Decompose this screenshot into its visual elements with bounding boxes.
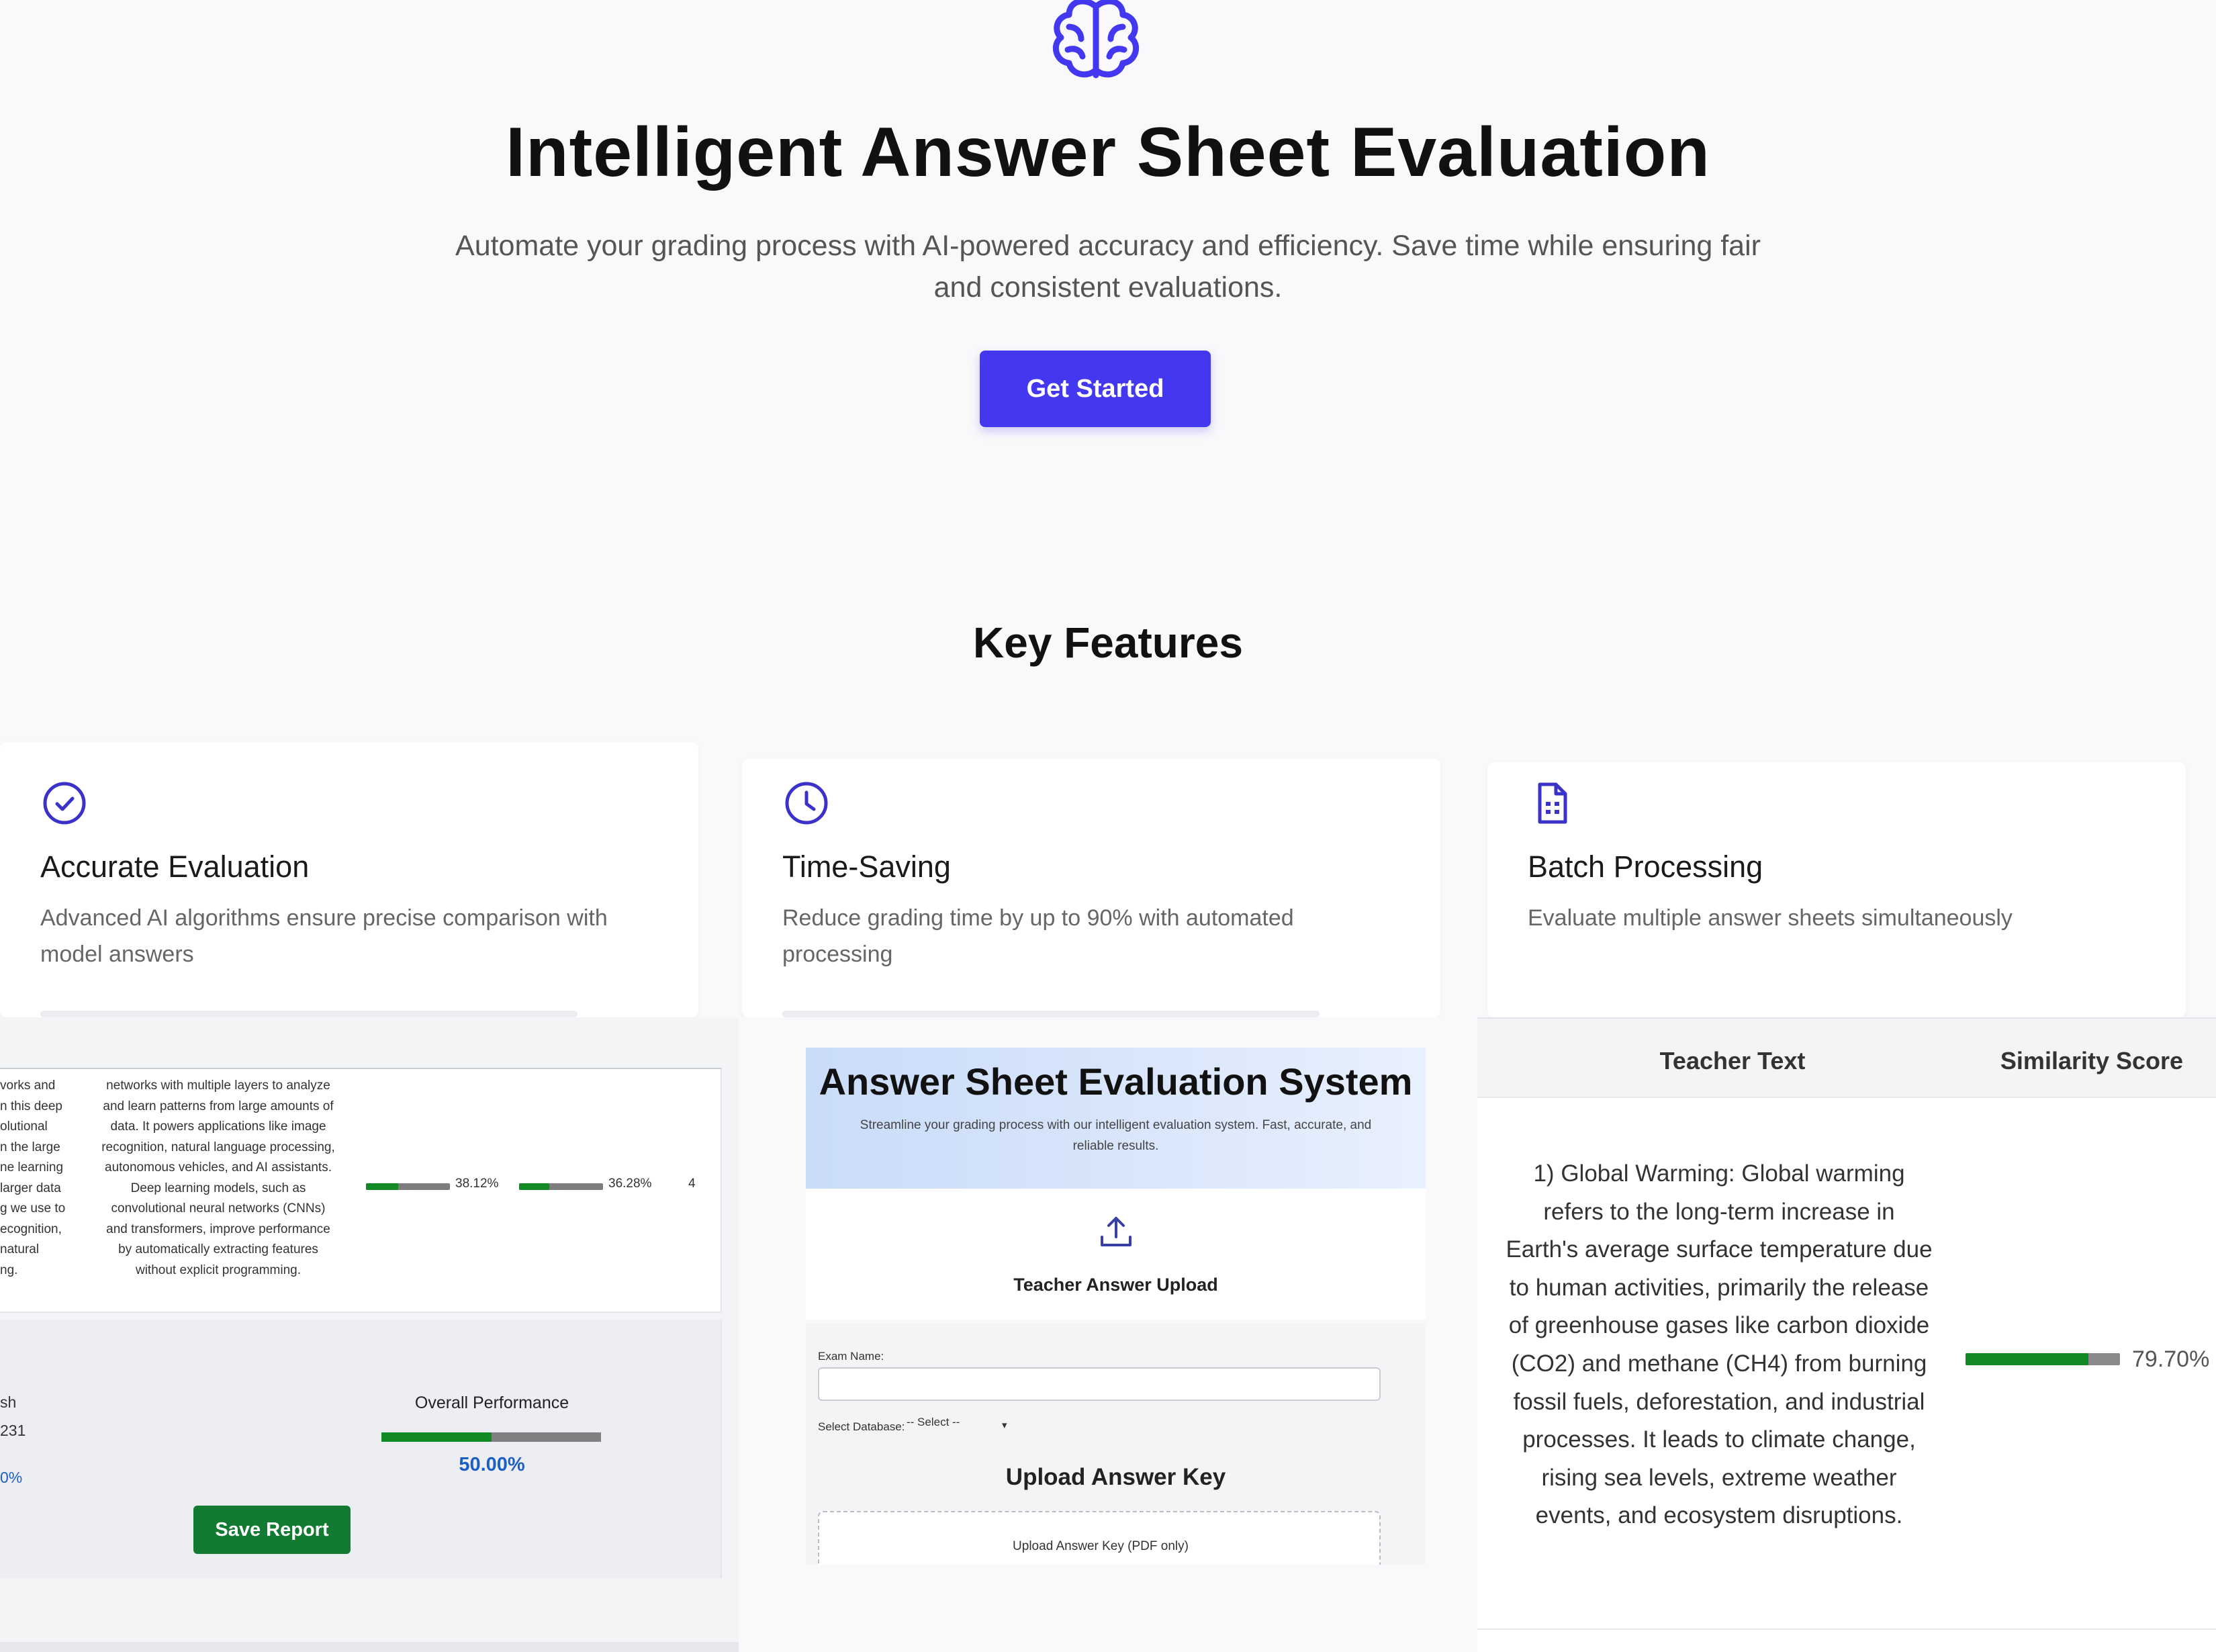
text-line: n the large bbox=[0, 1140, 60, 1154]
teacher-text-header: Teacher Text bbox=[1659, 1047, 1806, 1074]
report-screenshot-panel: vorks and n this deep olutional n the la… bbox=[0, 1017, 739, 1652]
text-line: recognition, natural language processing… bbox=[101, 1140, 335, 1154]
text-line: without explicit programming. bbox=[135, 1263, 302, 1277]
feature-description: Advanced AI algorithms ensure precise co… bbox=[40, 905, 608, 967]
feature-title: Accurate Evaluation bbox=[40, 850, 310, 884]
text-line: ng. bbox=[0, 1263, 18, 1277]
text-line: networks with multiple layers to analyze bbox=[106, 1079, 330, 1093]
student-text-column: vorks and n this deep olutional n the la… bbox=[0, 1076, 74, 1281]
app-subtitle: Streamline your grading process with our… bbox=[860, 1118, 1372, 1153]
upload-icon bbox=[1098, 1214, 1134, 1250]
similarity-score-fill bbox=[1966, 1353, 2089, 1365]
summary-percent: 0% bbox=[0, 1469, 23, 1486]
report-summary: sh 231 0% Overall Performance 50.00% Sav… bbox=[0, 1320, 722, 1578]
text-line: convolutional neural networks (CNNs) bbox=[111, 1201, 326, 1215]
text-line: ecognition, bbox=[0, 1222, 62, 1236]
text-line: g we use to bbox=[0, 1201, 66, 1215]
summary-field: 231 bbox=[0, 1422, 26, 1439]
exam-name-input[interactable] bbox=[818, 1367, 1381, 1401]
text-line: data. It powers applications like image bbox=[110, 1119, 326, 1134]
check-circle-icon bbox=[40, 779, 89, 827]
text-line: olutional bbox=[0, 1119, 48, 1134]
save-report-button[interactable]: Save Report bbox=[193, 1506, 351, 1554]
feature-description: Evaluate multiple answer sheets simultan… bbox=[1528, 905, 2013, 931]
teacher-text-column: networks with multiple layers to analyze… bbox=[87, 1076, 349, 1281]
similarity-bar bbox=[366, 1183, 450, 1190]
teacher-answer-text: 1) Global Warming: Global warming refers… bbox=[1506, 1160, 1933, 1529]
text-line: ne learning bbox=[0, 1160, 64, 1175]
text-line: vorks and bbox=[0, 1079, 56, 1093]
feature-card-time-saving: Time-Saving Reduce grading time by up to… bbox=[742, 759, 1440, 1017]
hero-subtitle: Automate your grading process with AI-po… bbox=[455, 230, 1761, 304]
feature-title: Time-Saving bbox=[782, 850, 951, 884]
feature-card-accurate: Accurate Evaluation Advanced AI algorith… bbox=[0, 742, 698, 1017]
chevron-down-icon: ▾ bbox=[1002, 1420, 1007, 1431]
get-started-button[interactable]: Get Started bbox=[980, 351, 1211, 427]
feature-title: Batch Processing bbox=[1528, 850, 1763, 884]
dropzone-label: Upload Answer Key (PDF only) bbox=[1013, 1539, 1189, 1553]
text-line: natural bbox=[0, 1242, 40, 1256]
row-divider bbox=[1477, 1628, 2216, 1630]
similarity-percent: 36.28% bbox=[608, 1177, 652, 1191]
overall-performance-value: 50.00% bbox=[459, 1454, 525, 1475]
overall-performance-fill bbox=[381, 1432, 492, 1442]
teacher-upload-label: Teacher Answer Upload bbox=[1013, 1275, 1218, 1295]
similarity-score-bar bbox=[1966, 1353, 2120, 1365]
card-divider bbox=[40, 1011, 578, 1017]
app-header: Answer Sheet Evaluation System Streamlin… bbox=[806, 1048, 1426, 1189]
document-icon bbox=[1528, 779, 1576, 827]
text-line: autonomous vehicles, and AI assistants. bbox=[105, 1160, 332, 1175]
brain-icon bbox=[1049, 0, 1143, 81]
database-label: Select Database: bbox=[818, 1420, 905, 1433]
text-line: larger data bbox=[0, 1181, 61, 1195]
similarity-bar-fill bbox=[519, 1183, 550, 1190]
upload-form: Exam Name: Select Database: -- Select --… bbox=[806, 1323, 1426, 1565]
text-line: and learn patterns from large amounts of bbox=[103, 1099, 334, 1113]
card-divider bbox=[782, 1011, 1320, 1017]
similarity-bar bbox=[519, 1183, 603, 1190]
similarity-table-header: Teacher Text Similarity Score bbox=[1477, 1017, 2216, 1098]
app-screenshot-panel: Answer Sheet Evaluation System Streamlin… bbox=[739, 1017, 1477, 1652]
text-line: and transformers, improve performance bbox=[106, 1222, 330, 1236]
marks-value: 4 bbox=[688, 1177, 696, 1191]
teacher-upload-tab[interactable]: Teacher Answer Upload bbox=[806, 1189, 1426, 1320]
report-table: vorks and n this deep olutional n the la… bbox=[0, 1068, 722, 1313]
answer-key-heading: Upload Answer Key bbox=[1005, 1464, 1226, 1490]
clock-icon bbox=[782, 779, 831, 827]
feature-card-batch: Batch Processing Evaluate multiple answe… bbox=[1487, 762, 2186, 1017]
overall-performance-bar bbox=[381, 1432, 601, 1442]
similarity-percent: 38.12% bbox=[455, 1177, 499, 1191]
feature-description: Reduce grading time by up to 90% with au… bbox=[782, 905, 1294, 967]
hero-title: Intelligent Answer Sheet Evaluation bbox=[506, 113, 1710, 191]
database-select[interactable]: -- Select -- bbox=[907, 1416, 1014, 1437]
similarity-score-header: Similarity Score bbox=[2000, 1047, 2184, 1074]
summary-field: sh bbox=[0, 1393, 17, 1411]
app-title: Answer Sheet Evaluation System bbox=[819, 1060, 1413, 1103]
answer-key-dropzone[interactable]: Upload Answer Key (PDF only) bbox=[818, 1511, 1381, 1565]
panel-divider bbox=[0, 1642, 739, 1652]
similarity-score-value: 79.70% bbox=[2132, 1346, 2210, 1372]
features-heading: Key Features bbox=[973, 618, 1243, 667]
exam-name-label: Exam Name: bbox=[818, 1350, 884, 1363]
text-line: by automatically extracting features bbox=[118, 1242, 318, 1256]
similarity-bar-fill bbox=[366, 1183, 398, 1190]
overall-performance-label: Overall Performance bbox=[414, 1393, 569, 1412]
text-line: Deep learning models, such as bbox=[130, 1181, 306, 1195]
text-line: n this deep bbox=[0, 1099, 62, 1113]
similarity-screenshot-panel: Teacher Text Similarity Score 1) Global … bbox=[1477, 1017, 2216, 1652]
